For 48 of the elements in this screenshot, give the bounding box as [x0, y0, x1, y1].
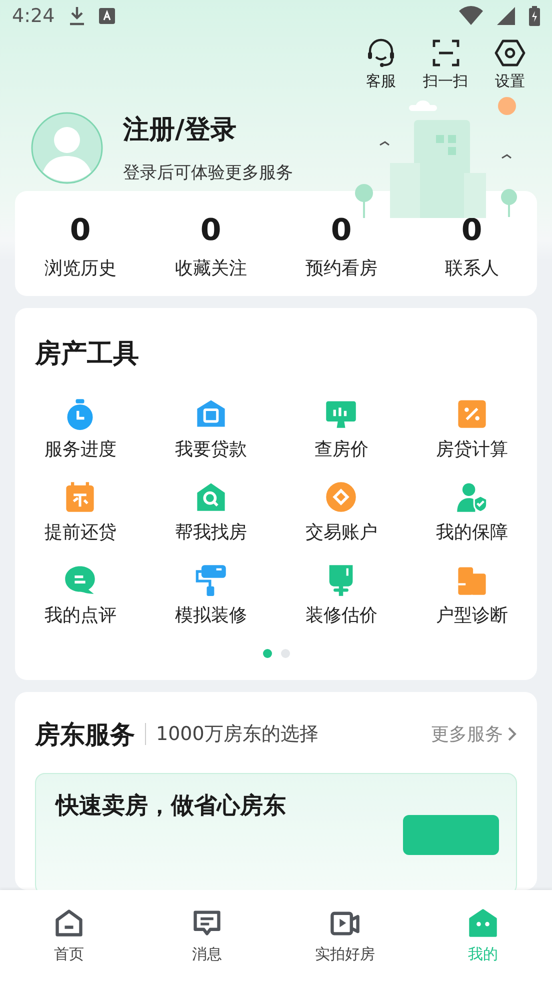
- toolbar-button[interactable]: 客服: [359, 37, 403, 92]
- tool-item[interactable]: 房贷计算: [406, 396, 537, 461]
- tool-item[interactable]: 帮我找房: [146, 480, 276, 544]
- chevron-right-icon: [507, 726, 517, 742]
- banner-title: 快速卖房，做省心房东: [56, 792, 286, 821]
- signal-icon: [497, 6, 515, 25]
- paint-roller-icon: [194, 562, 228, 597]
- stat-label[interactable]: 预约看房: [305, 256, 378, 280]
- section-title: 房东服务: [35, 718, 135, 751]
- stat-value: 0: [70, 212, 91, 248]
- tool-item[interactable]: 查房价: [276, 396, 406, 461]
- tool-item[interactable]: 我的点评: [15, 562, 146, 627]
- toolbar-button[interactable]: 设置: [488, 37, 532, 92]
- tool-item[interactable]: 模拟装修: [146, 562, 276, 627]
- tool-item[interactable]: 提前还贷: [15, 480, 146, 544]
- toolbar-button[interactable]: 扫一扫: [423, 37, 468, 92]
- stat-label[interactable]: 联系人: [444, 256, 499, 280]
- stat-value: 0: [461, 212, 482, 248]
- login-subtitle: 登录后可体验更多服务: [123, 162, 293, 184]
- download-icon: [68, 6, 85, 26]
- stat-value: 0: [200, 212, 222, 248]
- more-services-link[interactable]: 更多服务: [431, 722, 517, 746]
- home-icon: [53, 907, 85, 939]
- tool-item[interactable]: 服务进度: [15, 396, 146, 461]
- section-title: 房产工具: [35, 338, 140, 371]
- tool-item[interactable]: 交易账户: [276, 480, 406, 544]
- stat-label[interactable]: 浏览历史: [44, 256, 116, 280]
- house-face-icon: [467, 907, 499, 939]
- wifi-icon: [459, 6, 483, 26]
- tool-item[interactable]: 装修估价: [276, 562, 406, 627]
- avatar[interactable]: [31, 112, 103, 184]
- tool-item[interactable]: 我的保障: [406, 480, 537, 544]
- keyboard-app-icon: [98, 8, 115, 24]
- status-time: 4:24: [12, 4, 55, 27]
- tool-item[interactable]: 我要贷款: [146, 396, 276, 461]
- battery-icon: [529, 6, 540, 26]
- section-subtitle: 1000万房东的选择: [156, 722, 318, 748]
- tab-item[interactable]: 首页: [0, 890, 138, 981]
- tool-item[interactable]: 户型诊断: [406, 562, 537, 627]
- tab-item[interactable]: 实拍好房: [276, 890, 414, 981]
- sell-banner[interactable]: 快速卖房，做省心房东: [35, 772, 517, 890]
- stat-value: 0: [330, 212, 352, 248]
- login-title[interactable]: 注册/登录: [123, 112, 293, 148]
- sell-button[interactable]: [403, 814, 499, 855]
- diamond-coin-icon: [324, 480, 358, 514]
- tab-item[interactable]: 消息: [138, 890, 276, 981]
- stat-label[interactable]: 收藏关注: [174, 256, 247, 280]
- headset-icon: [365, 37, 397, 70]
